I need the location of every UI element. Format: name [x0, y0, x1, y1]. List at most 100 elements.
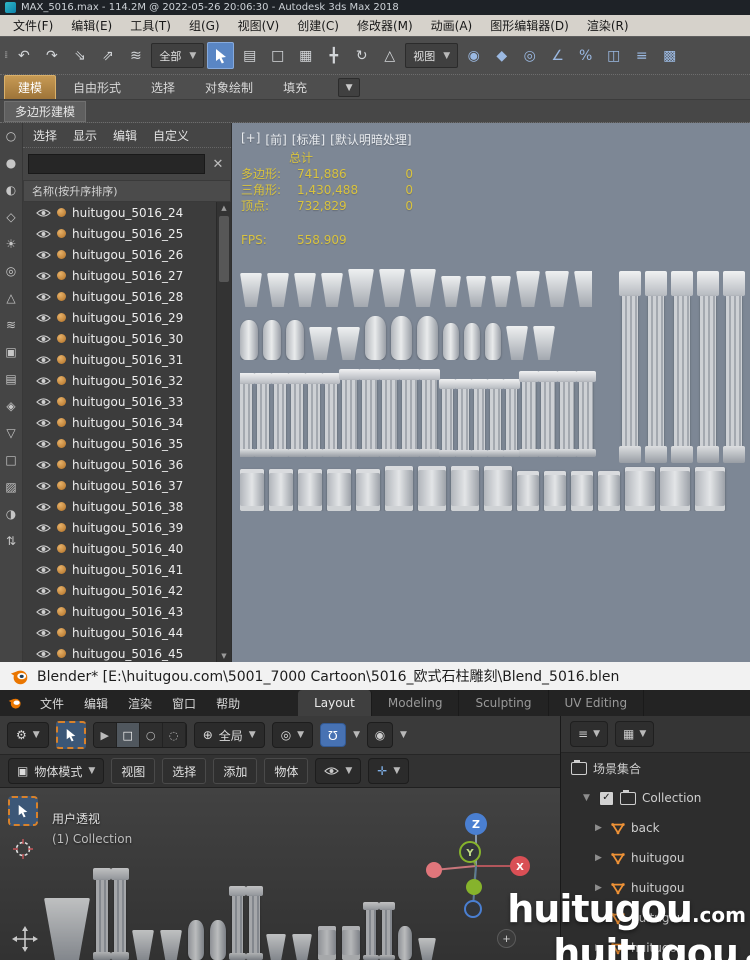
- box-select-tool-button[interactable]: □: [116, 723, 140, 747]
- menu-graph-editors[interactable]: 图形编辑器(D): [481, 17, 578, 34]
- visibility-eye-icon[interactable]: [36, 439, 51, 449]
- circle-select-tool-button[interactable]: ○: [139, 723, 163, 747]
- blender-app-menu-icon[interactable]: [0, 690, 30, 716]
- explorer-list-item[interactable]: huitugou_5016_44: [23, 622, 217, 643]
- visibility-eye-icon[interactable]: [36, 334, 51, 344]
- blender-viewport[interactable]: 用户透视 (1) Collection Z Y X +: [0, 788, 560, 960]
- render-setup-icon[interactable]: ▩: [657, 43, 682, 68]
- display-containers-icon[interactable]: □: [4, 453, 18, 467]
- visibility-eye-icon[interactable]: [36, 229, 51, 239]
- viewport-shading-menu[interactable]: [默认明暗处理]: [330, 131, 411, 148]
- snap-magnet-button[interactable]: Ω: [320, 723, 347, 747]
- undo-icon[interactable]: ↶: [11, 43, 36, 68]
- display-xrefs-icon[interactable]: ▤: [4, 372, 18, 386]
- proportional-options-chevron[interactable]: ▼: [400, 730, 407, 740]
- select-and-move-icon[interactable]: ╋: [321, 43, 346, 68]
- explorer-list-item[interactable]: huitugou_5016_33: [23, 391, 217, 412]
- display-cameras-icon[interactable]: ◎: [4, 264, 18, 278]
- scrollbar-thumb[interactable]: [219, 216, 229, 282]
- bind-to-space-warp-icon[interactable]: ≋: [123, 43, 148, 68]
- gizmo-dropdown[interactable]: ✛ ▼: [368, 758, 410, 784]
- explorer-list-item[interactable]: huitugou_5016_27: [23, 265, 217, 286]
- tab-populate[interactable]: 填充: [270, 76, 320, 99]
- selection-filter-dropdown[interactable]: 全部 ▼: [151, 43, 205, 68]
- outliner-display-mode-dropdown[interactable]: ▦ ▼: [614, 721, 655, 747]
- transform-orientation-dropdown[interactable]: ⊕ 全局 ▼: [193, 722, 265, 748]
- rectangular-selection-icon[interactable]: □: [265, 43, 290, 68]
- outliner-scene-collection[interactable]: 场景集合: [561, 753, 750, 783]
- visibility-eye-icon[interactable]: [36, 481, 51, 491]
- tab-object-paint[interactable]: 对象绘制: [192, 76, 266, 99]
- outliner-object-row[interactable]: ▶ huitugou: [561, 903, 750, 933]
- visibility-eye-icon[interactable]: [36, 376, 51, 386]
- display-hidden-icon[interactable]: ◑: [4, 507, 18, 521]
- tab-display[interactable]: 显示: [73, 127, 97, 144]
- explorer-list-item[interactable]: huitugou_5016_45: [23, 643, 217, 662]
- tab-customize[interactable]: 自定义: [153, 127, 189, 144]
- visibility-eye-icon[interactable]: [36, 565, 51, 575]
- explorer-list-item[interactable]: huitugou_5016_30: [23, 328, 217, 349]
- visibility-eye-icon[interactable]: [36, 460, 51, 470]
- viewport-menu-view[interactable]: 视图: [111, 758, 156, 784]
- tool-options-dropdown[interactable]: ⚙ ▼: [7, 722, 49, 748]
- explorer-list-item[interactable]: huitugou_5016_35: [23, 433, 217, 454]
- explorer-list-item[interactable]: huitugou_5016_38: [23, 496, 217, 517]
- display-frozen-icon[interactable]: ▨: [4, 480, 18, 494]
- select-and-manipulate-icon[interactable]: ◆: [489, 43, 514, 68]
- explorer-list-item[interactable]: huitugou_5016_43: [23, 601, 217, 622]
- explorer-list-item[interactable]: huitugou_5016_40: [23, 538, 217, 559]
- explorer-list-item[interactable]: huitugou_5016_39: [23, 517, 217, 538]
- mirror-icon[interactable]: ◫: [601, 43, 626, 68]
- tab-select[interactable]: 选择: [33, 127, 57, 144]
- redo-icon[interactable]: ↷: [39, 43, 64, 68]
- expand-caret-icon[interactable]: ▶: [595, 823, 605, 833]
- explorer-sort-header[interactable]: 名称(按升序排序): [23, 180, 231, 202]
- max-viewport[interactable]: [+] [前] [标准] [默认明暗处理] 总计 多边形: 741,886 0 三角…: [232, 123, 750, 662]
- viewport-menu-select[interactable]: 选择: [162, 758, 207, 784]
- lasso-select-tool-button[interactable]: ◌: [162, 723, 186, 747]
- menu-views[interactable]: 视图(V): [229, 17, 289, 34]
- explorer-list-item[interactable]: huitugou_5016_28: [23, 286, 217, 307]
- tweak-tool-button[interactable]: ▶: [93, 723, 117, 747]
- explorer-list-item[interactable]: huitugou_5016_36: [23, 454, 217, 475]
- select-by-name-icon[interactable]: ▤: [237, 43, 262, 68]
- explorer-scrollbar[interactable]: ▲ ▼: [216, 202, 231, 662]
- visibility-eye-icon[interactable]: [36, 586, 51, 596]
- tab-modeling[interactable]: 建模: [4, 75, 57, 99]
- proportional-editing-button[interactable]: ◉: [367, 722, 394, 748]
- menu-edit[interactable]: 编辑: [74, 690, 118, 716]
- display-all-icon[interactable]: ○: [4, 129, 18, 143]
- toolbar-grip[interactable]: ⁞⁞: [4, 50, 9, 61]
- menu-rendering[interactable]: 渲染(R): [578, 17, 638, 34]
- scroll-down-icon[interactable]: ▼: [217, 650, 231, 662]
- angle-snap-icon[interactable]: ∠: [545, 43, 570, 68]
- tab-edit[interactable]: 编辑: [113, 127, 137, 144]
- explorer-list-item[interactable]: huitugou_5016_29: [23, 307, 217, 328]
- explorer-list-item[interactable]: huitugou_5016_34: [23, 412, 217, 433]
- window-crossing-icon[interactable]: ▦: [293, 43, 318, 68]
- outliner-object-row[interactable]: ▶ huitugou: [561, 873, 750, 903]
- unlink-selection-icon[interactable]: ⇗: [95, 43, 120, 68]
- scroll-up-icon[interactable]: ▲: [217, 202, 231, 214]
- menu-create[interactable]: 创建(C): [288, 17, 348, 34]
- display-spacewarps-icon[interactable]: ≋: [4, 318, 18, 332]
- visibility-eye-icon[interactable]: [36, 271, 51, 281]
- display-materials-icon[interactable]: ◈: [4, 399, 18, 413]
- visibility-eye-icon[interactable]: [36, 628, 51, 638]
- explorer-list-item[interactable]: huitugou_5016_31: [23, 349, 217, 370]
- align-icon[interactable]: ≡: [629, 43, 654, 68]
- visibility-dropdown[interactable]: ▼: [315, 758, 362, 784]
- viewport-general-menu[interactable]: [+]: [241, 131, 260, 148]
- viewport-pov-menu[interactable]: [前]: [265, 131, 286, 148]
- explorer-list-item[interactable]: huitugou_5016_26: [23, 244, 217, 265]
- visibility-eye-icon[interactable]: [36, 208, 51, 218]
- explorer-list-item[interactable]: huitugou_5016_25: [23, 223, 217, 244]
- visibility-eye-icon[interactable]: [36, 355, 51, 365]
- select-object-button[interactable]: [207, 42, 235, 69]
- expand-caret-icon[interactable]: ▶: [595, 883, 605, 893]
- select-and-rotate-icon[interactable]: ↻: [349, 43, 374, 68]
- visibility-eye-icon[interactable]: [36, 544, 51, 554]
- outliner-object-row[interactable]: ▶ huitugou: [561, 843, 750, 873]
- viewport-menu-object[interactable]: 物体: [264, 758, 309, 784]
- expand-caret-icon[interactable]: ▼: [583, 793, 593, 803]
